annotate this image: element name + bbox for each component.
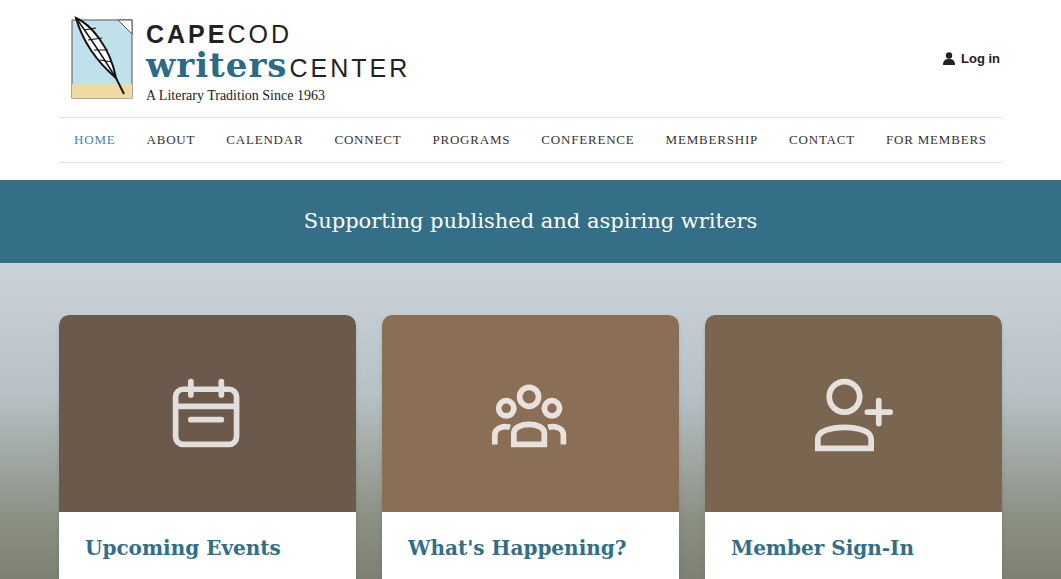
site-logo[interactable]: CAPECODwritersCENTER A Literary Tradition… <box>70 14 410 103</box>
main-nav: HOME ABOUT CALENDAR CONNECT PROGRAMS CONFEREN… <box>59 117 1002 163</box>
card-body: What's Happening? <box>382 512 679 579</box>
calendar-icon <box>168 374 248 454</box>
community-icon <box>491 374 571 454</box>
card-body: Member Sign-In <box>705 512 1002 579</box>
card-title: Member Sign-In <box>731 534 976 562</box>
card-photo <box>705 315 1002 512</box>
login-link[interactable]: Log in <box>943 49 1002 69</box>
user-icon <box>943 52 955 65</box>
nav-item[interactable]: MEMBERSHIP <box>666 118 759 162</box>
feature-card[interactable]: What's Happening? <box>382 315 679 579</box>
logo-line-1: CAPECOD <box>146 20 410 48</box>
logo-text: CAPECODwritersCENTER A Literary Tradition… <box>146 16 410 103</box>
card-title: Upcoming Events <box>85 534 330 562</box>
login-label: Log in <box>961 49 1000 69</box>
logo-tagline: A Literary Tradition Since 1963 <box>146 89 410 103</box>
banner-text: Supporting published and aspiring writer… <box>304 206 757 238</box>
card-title: What's Happening? <box>408 534 653 562</box>
page-container: CAPECODwritersCENTER A Literary Tradition… <box>59 0 1002 163</box>
card-body: Upcoming Events <box>59 512 356 579</box>
nav-item[interactable]: ABOUT <box>146 118 195 162</box>
card-photo <box>59 315 356 512</box>
feather-logo-icon <box>70 16 136 100</box>
nav-item[interactable]: CALENDAR <box>226 118 303 162</box>
logo-writers: writers <box>146 48 288 82</box>
nav-item[interactable]: CONFERENCE <box>541 118 634 162</box>
feature-card[interactable]: Upcoming Events <box>59 315 356 579</box>
nav-item[interactable]: HOME <box>74 118 115 162</box>
site-header: CAPECODwritersCENTER A Literary Tradition… <box>59 0 1002 117</box>
feature-card[interactable]: Member Sign-In <box>705 315 1002 579</box>
card-photo <box>382 315 679 512</box>
nav-item[interactable]: CONNECT <box>334 118 401 162</box>
nav-item[interactable]: PROGRAMS <box>432 118 510 162</box>
tagline-banner: Supporting published and aspiring writer… <box>0 180 1061 263</box>
nav-item[interactable]: CONTACT <box>789 118 855 162</box>
card-grid: Upcoming Events What's Happening? Member S… <box>59 315 1002 579</box>
hero-section: Upcoming Events What's Happening? Member S… <box>0 263 1061 579</box>
logo-cape: CAPE <box>146 20 227 48</box>
nav-item[interactable]: FOR MEMBERS <box>886 118 987 162</box>
logo-line-2: writersCENTER <box>146 48 410 85</box>
signin-icon <box>814 374 894 454</box>
logo-cod: COD <box>227 20 292 48</box>
logo-center: CENTER <box>290 51 411 85</box>
